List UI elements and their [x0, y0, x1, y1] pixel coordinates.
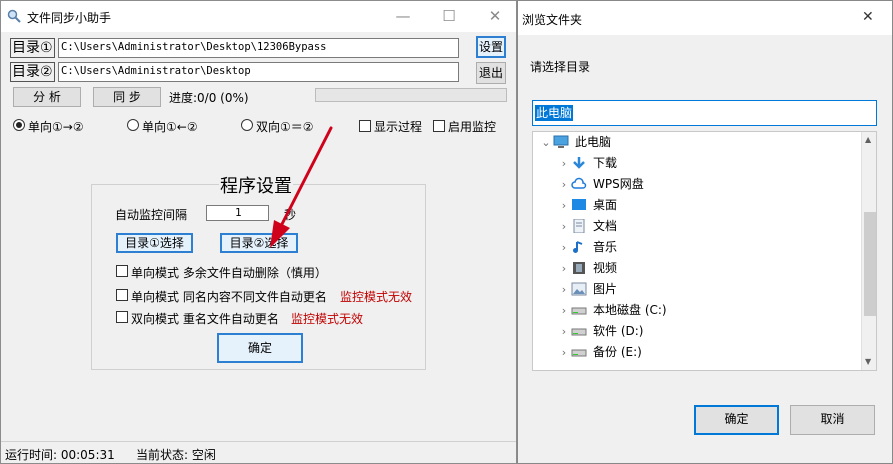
option-checkbox-2[interactable]	[116, 289, 128, 301]
option-note-2: 监控模式无效	[340, 290, 413, 304]
progress-text: 进度:0/0 (0%)	[169, 91, 249, 105]
folder-tree: ⌄ 此电脑 › 下载 › WPS网盘 › 桌面 › 文档 › 音乐 › 视频 › 图片 › 本地磁盘 (C:) › 软…	[532, 131, 877, 371]
mode-radio-1[interactable]	[13, 119, 25, 131]
folder-name-field[interactable]: 此电脑	[532, 100, 877, 126]
tree-item-label: 音乐	[593, 240, 618, 254]
dir2-path-field[interactable]: C:\Users\Administrator\Desktop	[58, 62, 459, 82]
tree-item[interactable]: › 图片	[533, 279, 861, 300]
option-note-3: 监控模式无效	[291, 312, 364, 326]
tree-item[interactable]: › WPS网盘	[533, 174, 861, 195]
document-icon	[571, 218, 593, 233]
tree-item[interactable]: › 下载	[533, 153, 861, 174]
tree-item-label: 下载	[593, 156, 618, 170]
mode-label-2: 单向①←②	[142, 120, 198, 134]
tree-item[interactable]: › 文档	[533, 216, 861, 237]
option-label-1: 单向模式 多余文件自动删除（慎用）	[131, 266, 327, 280]
chevron-right-icon[interactable]: ›	[557, 216, 571, 237]
drive-icon	[571, 303, 593, 317]
drive-icon	[571, 345, 593, 359]
interval-label: 自动监控间隔	[115, 208, 188, 222]
dialog-close-icon[interactable]: ✕	[862, 9, 874, 25]
chevron-down-icon[interactable]: ⌄	[539, 132, 553, 153]
video-icon	[571, 261, 593, 275]
mode-label-1: 单向①→②	[28, 120, 84, 134]
chevron-right-icon[interactable]: ›	[557, 279, 571, 300]
browse-folder-dialog: 浏览文件夹 ✕ 请选择目录 此电脑 ⌄ 此电脑 › 下载 › WPS网盘 › 桌面 › 文档 › 音乐…	[517, 0, 893, 464]
settings-button[interactable]: 设置	[476, 36, 506, 58]
show-process-label: 显示过程	[374, 120, 423, 134]
tree-item[interactable]: › 桌面	[533, 195, 861, 216]
tree-item[interactable]: › 音乐	[533, 237, 861, 258]
mode-radio-2[interactable]	[127, 119, 139, 131]
exit-button[interactable]: 退出	[476, 62, 506, 84]
option-checkbox-3[interactable]	[116, 311, 128, 323]
scroll-down-icon[interactable]: ▼	[865, 357, 871, 366]
current-state: 当前状态: 空闲	[136, 448, 216, 462]
close-button[interactable]: ✕	[479, 5, 511, 27]
tree-item-label: 图片	[593, 282, 618, 296]
download-icon	[571, 156, 593, 170]
tree-item-label: WPS网盘	[593, 177, 644, 191]
minimize-button[interactable]: —	[387, 5, 419, 27]
progress-bar	[315, 88, 507, 102]
chevron-right-icon[interactable]: ›	[557, 174, 571, 195]
dialog-ok-button[interactable]: 确定	[694, 405, 779, 435]
picture-icon	[571, 282, 593, 296]
tree-item-label: 视频	[593, 261, 618, 275]
dir1-path-field[interactable]: C:\Users\Administrator\Desktop\12306Bypa…	[58, 38, 459, 58]
tree-item[interactable]: ⌄ 此电脑	[533, 132, 861, 153]
dir1-label: 目录①	[10, 38, 55, 58]
maximize-button[interactable]: ☐	[433, 5, 465, 27]
analyze-button[interactable]: 分 析	[13, 87, 81, 107]
chevron-right-icon[interactable]: ›	[557, 153, 571, 174]
tree-scrollbar[interactable]: ▲ ▼	[861, 132, 876, 370]
dir1-select-button[interactable]: 目录①选择	[116, 233, 193, 253]
main-title: 文件同步小助手	[27, 11, 112, 25]
tree-item-label: 此电脑	[575, 135, 612, 149]
chevron-right-icon[interactable]: ›	[557, 342, 571, 363]
show-process-checkbox[interactable]	[359, 120, 371, 132]
desktop-icon	[571, 198, 593, 212]
magnifier-icon	[7, 9, 21, 23]
tree-item[interactable]: › 备份 (E:)	[533, 342, 861, 363]
computer-icon	[553, 135, 575, 149]
tree-item-label: 备份 (E:)	[593, 345, 642, 359]
music-icon	[571, 240, 593, 254]
chevron-right-icon[interactable]: ›	[557, 321, 571, 342]
folder-name-value: 此电脑	[535, 105, 574, 121]
chevron-right-icon[interactable]: ›	[557, 195, 571, 216]
tree-item-label: 文档	[593, 219, 618, 233]
tree-item[interactable]: › 软件 (D:)	[533, 321, 861, 342]
dialog-title: 浏览文件夹	[522, 13, 583, 27]
option-label-2: 单向模式 同名内容不同文件自动更名	[131, 290, 327, 304]
option-checkbox-1[interactable]	[116, 265, 128, 277]
tree-item[interactable]: › 本地磁盘 (C:)	[533, 300, 861, 321]
run-time: 运行时间: 00:05:31	[5, 448, 115, 462]
dialog-cancel-button[interactable]: 取消	[790, 405, 875, 435]
dialog-titlebar: 浏览文件夹 ✕	[518, 1, 892, 35]
dialog-prompt: 请选择目录	[530, 60, 591, 74]
tree-item[interactable]: › 视频	[533, 258, 861, 279]
tree-item-label: 桌面	[593, 198, 618, 212]
chevron-right-icon[interactable]: ›	[557, 300, 571, 321]
dir2-label: 目录②	[10, 62, 55, 82]
enable-monitor-label: 启用监控	[448, 120, 497, 134]
main-titlebar: 文件同步小助手 — ☐ ✕	[1, 1, 516, 32]
tree-item-label: 本地磁盘 (C:)	[593, 303, 667, 317]
drive-icon	[571, 324, 593, 338]
settings-ok-button[interactable]: 确定	[217, 333, 303, 363]
scroll-thumb[interactable]	[864, 212, 876, 316]
sync-button[interactable]: 同 步	[93, 87, 161, 107]
cloud-icon	[571, 177, 593, 191]
option-label-3: 双向模式 重名文件自动更名	[131, 312, 279, 326]
annotation-arrow	[270, 126, 333, 248]
chevron-right-icon[interactable]: ›	[557, 258, 571, 279]
scroll-up-icon[interactable]: ▲	[865, 135, 871, 144]
tree-item-label: 软件 (D:)	[593, 324, 644, 338]
chevron-right-icon[interactable]: ›	[557, 237, 571, 258]
enable-monitor-checkbox[interactable]	[433, 120, 445, 132]
